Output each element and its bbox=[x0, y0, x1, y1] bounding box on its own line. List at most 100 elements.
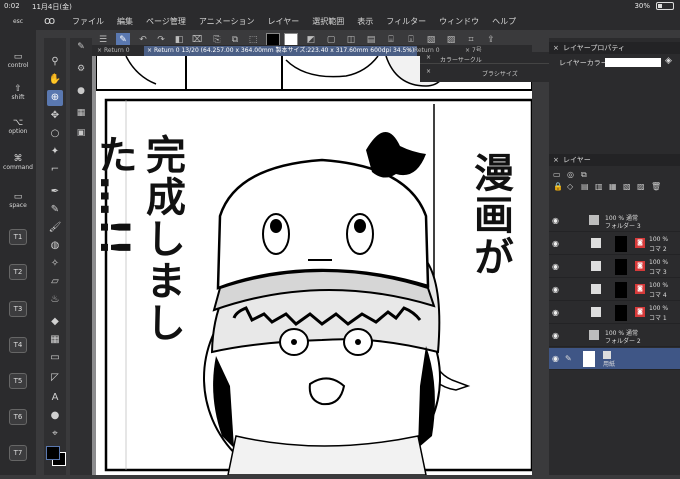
sub-tool-icon[interactable]: ✎ bbox=[74, 40, 88, 54]
layer-thumbnail bbox=[583, 351, 595, 367]
menu-view[interactable]: 表示 bbox=[357, 16, 373, 27]
clipping-icon[interactable]: ⧉ bbox=[581, 170, 587, 180]
operation-tool-icon[interactable]: ⊕ bbox=[47, 90, 63, 106]
menu-animation[interactable]: アニメーション bbox=[199, 16, 255, 27]
blend-mode-icon[interactable]: ▭ bbox=[553, 170, 561, 179]
app-logo-icon[interactable]: ꝏ bbox=[44, 15, 58, 27]
menu-selection[interactable]: 選択範囲 bbox=[312, 16, 344, 27]
sub-tool-bar: ✎ ⚙ ● ▦ ▣ bbox=[70, 38, 92, 475]
eraser-tool-icon[interactable]: ▱ bbox=[47, 274, 63, 290]
eyedropper-icon[interactable]: ⌐ bbox=[47, 162, 63, 178]
esc-key[interactable]: esc bbox=[3, 18, 33, 25]
t2-key[interactable]: T2 bbox=[9, 264, 27, 280]
visibility-eye-icon[interactable]: ◉ bbox=[552, 331, 562, 341]
delete-layer-icon[interactable]: 🗑 bbox=[651, 182, 661, 191]
frame-layer-icon bbox=[591, 261, 601, 271]
ruler-tool-icon[interactable]: ⌖ bbox=[47, 426, 63, 442]
layer-paper[interactable]: ◉ ✎ 用紙 bbox=[549, 348, 680, 370]
color-circle-item[interactable]: × カラーサークル bbox=[420, 52, 550, 64]
decoration-tool-icon[interactable]: ✧ bbox=[47, 256, 63, 272]
move-tool-icon[interactable]: ✥ bbox=[47, 108, 63, 124]
menu-help[interactable]: ヘルプ bbox=[492, 16, 516, 27]
magic-wand-icon[interactable]: ✦ bbox=[47, 144, 63, 160]
mask-thumbnail: ◙ bbox=[635, 261, 645, 271]
t7-key[interactable]: T7 bbox=[9, 445, 27, 461]
lasso-tool-icon[interactable]: ○ bbox=[47, 126, 63, 142]
opacity-icon[interactable]: ◎ bbox=[567, 170, 574, 179]
right-panel: × レイヤープロパティ レイヤーカラー ◈ × レイヤー ▭ ◎ ⧉ 🔒 ◇ ▤… bbox=[549, 38, 680, 475]
pencil-tool-icon[interactable]: ✎ bbox=[47, 202, 63, 218]
brush-size-icon[interactable]: ● bbox=[74, 84, 88, 98]
layer-property-header[interactable]: × レイヤープロパティ bbox=[549, 42, 680, 54]
battery-percent: 30% bbox=[634, 2, 650, 10]
option-key[interactable]: ⌥ option bbox=[3, 118, 33, 135]
t3-key[interactable]: T3 bbox=[9, 301, 27, 317]
t6-key[interactable]: T6 bbox=[9, 409, 27, 425]
text-tool-icon[interactable]: A bbox=[47, 390, 63, 406]
menu-edit[interactable]: 編集 bbox=[117, 16, 133, 27]
frame-tool-icon[interactable]: ◸ bbox=[47, 370, 63, 386]
canvas[interactable]: 完成しました…!! 漫画が bbox=[91, 45, 534, 479]
visibility-eye-icon[interactable]: ◉ bbox=[552, 216, 562, 226]
brush-tool-icon[interactable]: 🖌 bbox=[47, 220, 63, 236]
layer-koma-2[interactable]: ◉ ◙ 100 % コマ 2 bbox=[549, 233, 680, 255]
control-key[interactable]: ▭ control bbox=[3, 52, 33, 69]
space-key[interactable]: ▭ space bbox=[3, 192, 33, 209]
visibility-eye-icon[interactable]: ◉ bbox=[552, 239, 562, 249]
frame-layer-icon bbox=[591, 238, 601, 248]
t4-key[interactable]: T4 bbox=[9, 337, 27, 353]
airbrush-tool-icon[interactable]: ◍ bbox=[47, 238, 63, 254]
close-icon[interactable]: × bbox=[553, 42, 559, 54]
main-color-swatch[interactable] bbox=[46, 446, 60, 460]
new-folder-icon[interactable]: ▦ bbox=[609, 182, 617, 191]
new-vector-icon[interactable]: ▥ bbox=[595, 182, 603, 191]
frame-layer-icon bbox=[591, 284, 601, 294]
layer-color-swatch[interactable] bbox=[605, 58, 661, 67]
mask-icon[interactable]: ▧ bbox=[623, 182, 631, 191]
merge-icon[interactable]: ▨ bbox=[637, 182, 645, 191]
close-icon[interactable]: × bbox=[426, 68, 431, 75]
gradient-tool-icon[interactable]: ▦ bbox=[47, 332, 63, 348]
menu-page[interactable]: ページ管理 bbox=[146, 16, 186, 27]
command-key[interactable]: ⌘ command bbox=[3, 154, 33, 171]
tab-doc-1[interactable]: × Return 0 bbox=[94, 46, 133, 56]
visibility-eye-icon[interactable]: ◉ bbox=[552, 285, 562, 295]
t1-key[interactable]: T1 bbox=[9, 229, 27, 245]
figure-tool-icon[interactable]: ▭ bbox=[47, 350, 63, 366]
tool-property-icon[interactable]: ⚙ bbox=[74, 62, 88, 76]
visibility-eye-icon[interactable]: ◉ bbox=[552, 308, 562, 318]
menu-filter[interactable]: フィルター bbox=[386, 16, 426, 27]
shift-key[interactable]: ⇧ shift bbox=[3, 84, 33, 101]
edge-keyboard: esc ▭ control ⇧ shift ⌥ option ⌘ command ▭ sp… bbox=[0, 12, 36, 475]
layer-koma-1[interactable]: ◉ ◙ 100 % コマ 1 bbox=[549, 302, 680, 324]
date: 11月4日(金) bbox=[32, 3, 72, 11]
manga-page[interactable]: 完成しました…!! 漫画が bbox=[91, 45, 534, 479]
t5-key[interactable]: T5 bbox=[9, 373, 27, 389]
menu-window[interactable]: ウィンドウ bbox=[439, 16, 479, 27]
hand-tool-icon[interactable]: ✋ bbox=[47, 72, 63, 88]
visibility-eye-icon[interactable]: ◉ bbox=[552, 262, 562, 272]
pen-tool-icon[interactable]: ✒ bbox=[47, 184, 63, 200]
tab-doc-active[interactable]: × Return 0 13/20 (64.257.00 x 364.00mm 製… bbox=[144, 46, 418, 56]
layer-folder-3[interactable]: ◉ 100 % 通常 フォルダー 3 bbox=[549, 210, 680, 232]
navigator-icon[interactable]: ▣ bbox=[74, 126, 88, 140]
balloon-tool-icon[interactable]: ● bbox=[47, 408, 63, 424]
new-raster-icon[interactable]: ▤ bbox=[581, 182, 589, 191]
visibility-eye-icon[interactable]: ◉ bbox=[552, 354, 562, 364]
lock-icon[interactable]: 🔒 bbox=[553, 182, 563, 191]
ref-layer-icon[interactable]: ◇ bbox=[567, 182, 573, 191]
fill-bucket-icon[interactable]: ◈ bbox=[665, 56, 672, 66]
color-palette-icon[interactable]: ▦ bbox=[74, 106, 88, 120]
menu-file[interactable]: ファイル bbox=[72, 16, 104, 27]
close-icon[interactable]: × bbox=[553, 154, 559, 166]
layer-koma-3[interactable]: ◉ ◙ 100 % コマ 3 bbox=[549, 256, 680, 278]
brush-size-item[interactable]: × ブラシサイズ bbox=[420, 65, 550, 79]
layer-panel-header[interactable]: × レイヤー bbox=[549, 154, 680, 166]
close-icon[interactable]: × bbox=[426, 54, 431, 61]
blend-tool-icon[interactable]: ♨ bbox=[47, 292, 63, 308]
layer-folder-2[interactable]: ◉ 100 % 通常 フォルダー 2 bbox=[549, 325, 680, 347]
menu-layer[interactable]: レイヤー bbox=[268, 16, 300, 27]
fill-tool-icon[interactable]: ◆ bbox=[47, 314, 63, 330]
zoom-tool-icon[interactable]: ⚲ bbox=[47, 54, 63, 70]
layer-koma-4[interactable]: ◉ ◙ 100 % コマ 4 bbox=[549, 279, 680, 301]
